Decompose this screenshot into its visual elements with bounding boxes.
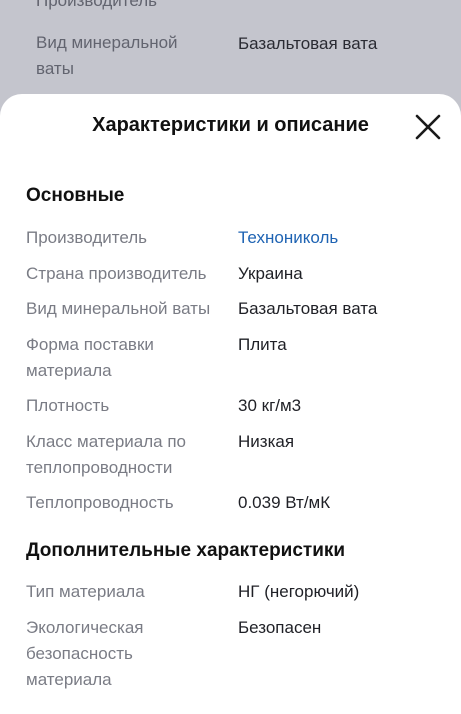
- spec-label-line: Класс материала по: [26, 432, 186, 451]
- spec-label-line: теплопроводности: [26, 458, 173, 477]
- spec-value: 30 кг/м3: [238, 396, 302, 415]
- sheet-title: Характеристики и описание: [92, 114, 369, 136]
- spec-label-line: безопасность: [26, 644, 133, 663]
- spec-value: Украина: [238, 264, 303, 283]
- spec-value: НГ (негорючий): [238, 582, 360, 601]
- spec-label: Вид минеральной ваты: [26, 299, 211, 318]
- spec-value: Безопасен: [238, 618, 322, 637]
- characteristics-sheet: Характеристики и описание Основные Произ…: [0, 94, 461, 714]
- spec-value: Низкая: [238, 432, 295, 451]
- spec-label-line: Экологическая: [26, 618, 144, 637]
- background-label-line1: Вид минеральной: [36, 33, 178, 52]
- spec-label: Теплопроводность: [26, 493, 174, 512]
- background-label-line2: ваты: [36, 59, 74, 78]
- spec-label: Плотность: [26, 396, 110, 415]
- spec-label: Страна производитель: [26, 264, 207, 283]
- close-x-icon: [415, 114, 441, 140]
- spec-label: Класс материала по теплопроводности: [26, 429, 231, 481]
- spec-value: Плита: [238, 335, 287, 354]
- spec-label: Экологическая безопасность материала: [26, 615, 231, 693]
- spec-value: 0.039 Вт/мК: [238, 493, 331, 512]
- section-title-additional: Дополнительные характеристики: [26, 540, 346, 561]
- spec-label: Производитель: [26, 228, 148, 247]
- background-value: Базальтовая вата: [238, 34, 378, 53]
- close-button[interactable]: [411, 110, 445, 144]
- spec-label: Тип материала: [26, 582, 145, 601]
- spec-value: Базальтовая вата: [238, 299, 378, 318]
- spec-label-line: Форма поставки: [26, 335, 154, 354]
- spec-label-line: материала: [26, 670, 112, 689]
- spec-label-line: материала: [26, 361, 112, 380]
- spec-label: Форма поставки материала: [26, 332, 231, 384]
- background-label: Вид минеральной ваты: [36, 30, 178, 82]
- manufacturer-link[interactable]: Технониколь: [238, 225, 338, 251]
- section-title-main: Основные: [26, 185, 125, 206]
- background-partial-label: Производитель: [36, 0, 158, 10]
